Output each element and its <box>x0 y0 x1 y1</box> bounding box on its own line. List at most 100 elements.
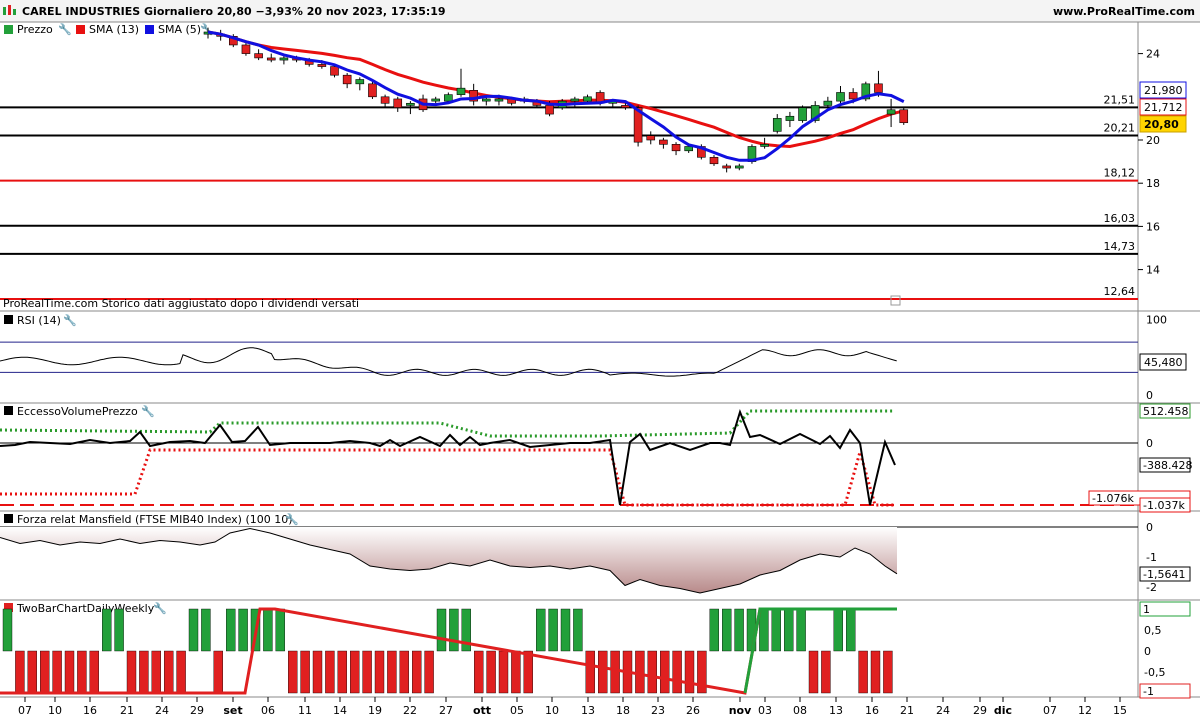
wrench-icon[interactable]: 🔧 <box>141 404 155 418</box>
x-tick-label: 15 <box>1113 704 1127 717</box>
rsi-title: RSI (14) <box>17 314 61 327</box>
legend-sma13: SMA (13) <box>89 23 139 36</box>
price-legend: Prezzo 🔧 SMA (13) SMA (5) 🔧 <box>4 22 214 36</box>
candle <box>646 131 656 145</box>
candle-body <box>671 144 681 152</box>
candle-body <box>317 64 327 67</box>
candle-body <box>899 109 909 124</box>
expand-icon[interactable] <box>890 295 901 306</box>
twobar-bar <box>722 608 732 652</box>
twobar-bar <box>325 650 335 694</box>
twobar-bar <box>300 650 310 694</box>
twobar-bar <box>424 650 434 694</box>
candle-body <box>266 57 276 61</box>
candle-body <box>494 98 504 102</box>
candle-body <box>368 83 377 98</box>
twobar-bar <box>350 650 360 694</box>
chart-title: CAREL INDUSTRIES Giornaliero 20,80 −3,93… <box>22 5 446 18</box>
twobar-bar <box>15 650 25 694</box>
twobar-bar <box>188 608 199 652</box>
twobar-bar <box>771 608 781 652</box>
candle-body <box>659 139 668 145</box>
evp-green-value-text: 512.458 <box>1143 405 1189 418</box>
wrench-icon[interactable]: 🔧 <box>58 22 72 36</box>
wrench-icon[interactable]: 🔧 <box>285 512 299 526</box>
twobar-bar <box>821 650 831 694</box>
twobar-bar <box>436 608 447 652</box>
candle-body <box>393 98 403 108</box>
twobar-bar <box>498 650 509 694</box>
wrench-icon[interactable]: 🔧 <box>63 313 77 327</box>
twobar-bar <box>27 650 37 694</box>
twobar-bars: 0,5 0 -0,5 1 -1 <box>0 601 1191 699</box>
stock-chart: CAREL INDUSTRIES Giornaliero 20,80 −3,93… <box>0 0 1200 717</box>
level-label: 20,21 <box>1104 121 1136 134</box>
candle <box>836 86 845 104</box>
legend-sma5: SMA (5) <box>158 23 201 36</box>
twobar-bar <box>412 650 422 694</box>
candle <box>798 105 807 123</box>
evp-lines: 0 512.458 -388.428 -1.076k -1.037k <box>0 403 1192 513</box>
candle-body <box>836 92 845 102</box>
twobar-bar <box>610 650 620 694</box>
twobar-legend: TwoBarChartDailyWeekly 🔧 <box>4 601 167 615</box>
twobar-bar <box>833 608 843 652</box>
candle-body <box>823 100 833 106</box>
evp-red <box>0 446 895 507</box>
candle <box>823 96 833 108</box>
rsi-tick: 0 <box>1146 389 1153 402</box>
x-tick-label: 12 <box>1078 704 1092 717</box>
sma13-value-text: 21,712 <box>1144 101 1183 114</box>
twobar-bar <box>796 608 806 652</box>
candle-body <box>646 135 656 141</box>
x-tick-label: 26 <box>686 704 700 717</box>
candle-body <box>330 66 339 76</box>
candle-body <box>722 165 731 169</box>
x-tick-label: 16 <box>83 704 97 717</box>
candle <box>785 111 795 128</box>
twobar-bar <box>139 650 149 694</box>
level-label: 16,03 <box>1104 212 1136 225</box>
last-price-value: 20,80 <box>1139 115 1187 133</box>
evp-legend: EccessoVolumePrezzo 🔧 <box>4 404 155 418</box>
x-tick-label: 21 <box>900 704 914 717</box>
y-tick-label: 20 <box>1146 134 1160 147</box>
panel-frames <box>0 21 1200 698</box>
twobar-bar <box>858 650 868 694</box>
x-tick-label: 19 <box>368 704 382 717</box>
twobar-bar <box>585 650 595 694</box>
candle-body <box>481 98 491 102</box>
candle-body <box>444 94 453 102</box>
candle-body <box>355 79 365 85</box>
twobar-bar <box>870 650 881 694</box>
x-tick-label: 22 <box>403 704 417 717</box>
twobar-bar <box>573 608 583 652</box>
twobar-bar <box>759 608 769 652</box>
twobar-bar <box>536 608 546 652</box>
candle <box>266 53 276 63</box>
wrench-icon[interactable]: 🔧 <box>153 601 167 615</box>
x-tick-label: 23 <box>651 704 665 717</box>
level-label: 14,73 <box>1104 240 1136 253</box>
x-tick-label: set <box>223 704 242 717</box>
candle-body <box>772 118 782 132</box>
candle-body <box>342 74 352 85</box>
candles <box>203 27 909 173</box>
level-label: 12,64 <box>1104 285 1136 298</box>
twobar-bar <box>635 650 645 694</box>
x-tick-label: 13 <box>829 704 843 717</box>
twobar-bar <box>449 608 459 652</box>
rsi-legend: RSI (14) 🔧 <box>4 313 77 327</box>
twobar-tick: -0,5 <box>1144 666 1165 679</box>
twobar-bar <box>201 608 211 652</box>
x-tick-label: 24 <box>936 704 950 717</box>
x-tick-label: 21 <box>120 704 134 717</box>
twobar-top-value-text: 1 <box>1143 603 1150 616</box>
evp-red2-value: -1.037k <box>1139 497 1191 513</box>
twobar-bar <box>337 650 347 694</box>
twobar-bar <box>275 608 285 652</box>
candle-body <box>798 107 807 121</box>
x-tick-label: 06 <box>261 704 275 717</box>
candle <box>368 81 377 99</box>
sma5-value: 21,980 <box>1139 81 1187 99</box>
